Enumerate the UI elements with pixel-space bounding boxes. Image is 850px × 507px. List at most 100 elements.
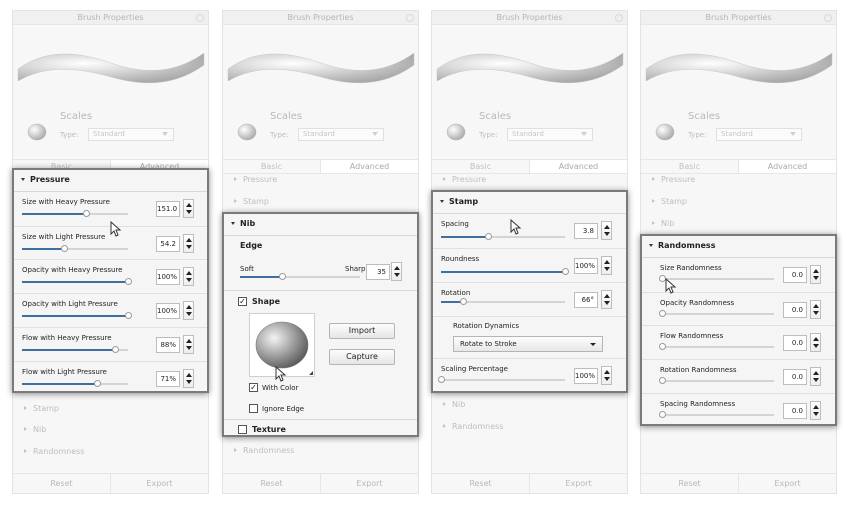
section-pressure[interactable]: Pressure [443,175,486,184]
slider-handle[interactable] [659,343,666,351]
pressure-value-field[interactable]: 100% [156,269,180,286]
pressure-slider[interactable] [22,379,128,387]
close-icon[interactable] [824,14,832,22]
section-stamp[interactable]: Stamp [24,404,59,413]
reset-button[interactable]: Reset [641,474,739,493]
randomness-stepper[interactable] [810,400,821,420]
scaling-stepper[interactable] [601,366,612,385]
rotation-value-field[interactable]: 66° [574,292,598,308]
edge-value-field[interactable]: 35 [366,264,390,280]
section-header-nib[interactable]: Nib [224,214,417,236]
pressure-stepper[interactable] [183,267,194,287]
randomness-slider[interactable] [659,377,774,385]
texture-checkbox[interactable] [238,425,247,434]
scaling-slider[interactable] [438,376,565,383]
randomness-slider[interactable] [659,343,774,351]
section-nib[interactable]: Nib [443,400,465,409]
rotation-slider[interactable] [441,298,565,305]
tab-basic[interactable]: Basic [432,160,529,173]
pressure-slider[interactable] [22,312,132,320]
reset-button[interactable]: Reset [13,474,111,493]
slider-handle[interactable] [125,312,132,320]
spacing-slider[interactable] [441,233,565,240]
randomness-slider[interactable] [659,275,774,282]
slider-handle[interactable] [112,345,120,353]
slider-handle[interactable] [562,268,569,275]
pressure-stepper[interactable] [183,334,194,354]
spacing-stepper[interactable] [601,221,612,240]
pressure-slider[interactable] [22,210,128,217]
with-color-checkbox[interactable]: ✓ [249,383,258,392]
tab-basic[interactable]: Basic [641,160,738,173]
section-pressure[interactable]: Pressure [652,175,695,184]
slider-handle[interactable] [82,210,90,217]
pressure-value-field[interactable]: 54.2 [156,235,180,252]
randomness-stepper[interactable] [810,265,821,284]
rotation-stepper[interactable] [601,290,612,309]
randomness-slider[interactable] [659,410,774,418]
section-randomness[interactable]: Randomness [24,447,84,456]
pressure-slider[interactable] [22,244,128,252]
tab-advanced[interactable]: Advanced [529,160,627,173]
roundness-value-field[interactable]: 100% [574,258,598,274]
type-select[interactable]: Standard [298,128,384,141]
pressure-stepper[interactable] [183,199,194,218]
capture-button[interactable]: Capture [329,349,395,365]
randomness-stepper[interactable] [810,333,821,353]
section-randomness[interactable]: Randomness [443,422,503,431]
slider-handle[interactable] [94,379,102,387]
tab-advanced[interactable]: Advanced [738,160,836,173]
pressure-slider[interactable] [22,345,128,353]
section-stamp[interactable]: Stamp [234,197,269,206]
tab-advanced[interactable]: Advanced [320,160,418,173]
spacing-value-field[interactable]: 3.8 [574,223,598,239]
pressure-slider[interactable] [22,278,132,286]
shape-checkbox[interactable]: ✓ [238,297,247,306]
section-nib[interactable]: Nib [24,425,46,434]
section-pressure[interactable]: Pressure [234,175,277,184]
roundness-stepper[interactable] [601,256,612,275]
edge-slider[interactable] [240,273,360,280]
roundness-slider[interactable] [441,268,569,275]
randomness-stepper[interactable] [810,367,821,387]
edge-stepper[interactable] [391,262,402,281]
randomness-value-field[interactable]: 0.0 [783,369,807,386]
pressure-value-field[interactable]: 100% [156,303,180,320]
pressure-value-field[interactable]: 88% [156,336,180,353]
close-icon[interactable] [615,14,623,22]
section-header-stamp[interactable]: Stamp [433,192,626,214]
section-randomness[interactable]: Randomness [234,446,294,455]
randomness-value-field[interactable]: 0.0 [783,301,807,318]
section-header-pressure[interactable]: Pressure [14,170,207,192]
pressure-value-field[interactable]: 151.0 [156,201,180,217]
section-nib[interactable]: Nib [652,219,674,228]
export-button[interactable]: Export [111,474,208,493]
pressure-stepper[interactable] [183,368,194,388]
export-button[interactable]: Export [739,474,836,493]
type-select[interactable]: Standard [88,128,174,141]
reset-button[interactable]: Reset [432,474,530,493]
slider-handle[interactable] [61,244,69,252]
close-icon[interactable] [196,14,204,22]
randomness-value-field[interactable]: 0.0 [783,402,807,419]
scaling-value-field[interactable]: 100% [574,368,598,384]
type-select[interactable]: Standard [716,128,802,141]
slider-handle[interactable] [659,410,666,418]
import-button[interactable]: Import [329,323,395,339]
export-button[interactable]: Export [321,474,418,493]
close-icon[interactable] [406,14,414,22]
pressure-value-field[interactable]: 71% [156,370,180,387]
slider-handle[interactable] [485,233,493,240]
pressure-stepper[interactable] [183,233,194,253]
slider-handle[interactable] [438,376,445,383]
slider-handle[interactable] [659,377,666,385]
randomness-value-field[interactable]: 0.0 [783,267,807,283]
section-header-randomness[interactable]: Randomness [642,236,835,258]
section-stamp[interactable]: Stamp [652,197,687,206]
randomness-slider[interactable] [659,309,774,317]
slider-handle[interactable] [659,309,666,317]
rotation-dynamics-select[interactable]: Rotate to Stroke [453,336,603,352]
randomness-value-field[interactable]: 0.0 [783,335,807,352]
slider-handle[interactable] [460,298,468,305]
reset-button[interactable]: Reset [223,474,321,493]
